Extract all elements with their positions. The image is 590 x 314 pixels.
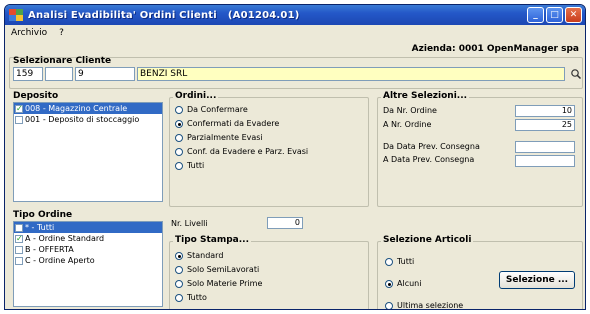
- deposito-item-label: 008 - Magazzino Centrale: [25, 104, 128, 113]
- ordini-option-label: Da Confermare: [187, 105, 248, 114]
- tipo-stampa-option-label: Solo Materie Prime: [187, 279, 263, 288]
- deposito-list[interactable]: 008 - Magazzino Centrale 001 - Deposito …: [13, 102, 163, 202]
- ordini-section-label: Ordini...: [173, 91, 219, 101]
- close-icon: ✕: [569, 10, 578, 20]
- title-bar[interactable]: Analisi Evadibilita' Ordini Clienti (A01…: [5, 5, 585, 25]
- ordini-option[interactable]: Tutti: [175, 161, 204, 170]
- articoli-option[interactable]: Ultima selezione: [385, 301, 464, 310]
- menu-archivio[interactable]: Archivio: [11, 28, 47, 38]
- tipo-stampa-option-label: Tutto: [187, 293, 207, 302]
- radio-button[interactable]: [175, 161, 183, 170]
- main-window: Analisi Evadibilita' Ordini Clienti (A01…: [4, 4, 586, 310]
- deposito-section-label: Deposito: [13, 91, 59, 101]
- tipo-stampa-option[interactable]: Solo SemiLavorati: [175, 265, 259, 274]
- da-data-consegna-field[interactable]: [515, 141, 575, 153]
- deposito-item[interactable]: 008 - Magazzino Centrale: [14, 103, 162, 114]
- app-icon: [9, 9, 23, 21]
- radio-button[interactable]: [175, 251, 183, 260]
- cliente-field-3[interactable]: 9: [75, 67, 135, 81]
- articoli-option[interactable]: Tutti: [385, 257, 414, 266]
- a-data-consegna-field[interactable]: [515, 155, 575, 167]
- radio-button[interactable]: [175, 105, 183, 114]
- tipo-ordine-item-label: A - Ordine Standard: [25, 234, 105, 243]
- tipo-stampa-option-label: Solo SemiLavorati: [187, 265, 260, 274]
- tipo-stampa-option[interactable]: Solo Materie Prime: [175, 279, 262, 288]
- window-title: Analisi Evadibilita' Ordini Clienti (A01…: [28, 9, 300, 21]
- tipo-stampa-option-label: Standard: [187, 251, 224, 260]
- menu-bar: Archivio ?: [5, 25, 585, 40]
- maximize-button[interactable]: □: [546, 7, 563, 23]
- tipo-ordine-checkbox[interactable]: [15, 223, 23, 232]
- tipo-ordine-list[interactable]: * - Tutti A - Ordine Standard B - OFFERT…: [13, 221, 163, 307]
- tipo-stampa-option[interactable]: Standard: [175, 251, 223, 260]
- articoli-option-label: Alcuni: [397, 279, 422, 288]
- articoli-option[interactable]: Alcuni: [385, 279, 421, 288]
- radio-button[interactable]: [385, 257, 393, 266]
- tipo-ordine-section-label: Tipo Ordine: [13, 210, 73, 220]
- tipo-ordine-item[interactable]: C - Ordine Aperto: [14, 255, 162, 266]
- azienda-label: Azienda: 0001 OpenManager spa: [411, 44, 579, 54]
- da-nr-ordine-label: Da Nr. Ordine: [383, 106, 437, 115]
- tipo-ordine-item[interactable]: A - Ordine Standard: [14, 233, 162, 244]
- a-data-consegna-label: A Data Prev. Consegna: [383, 155, 475, 164]
- radio-button[interactable]: [385, 301, 393, 309]
- ordini-option-label: Confermati da Evadere: [187, 119, 280, 128]
- tipo-stampa-option[interactable]: Tutto: [175, 293, 207, 302]
- tipo-ordine-checkbox[interactable]: [15, 233, 23, 244]
- a-nr-ordine-label: A Nr. Ordine: [383, 120, 432, 129]
- tipo-ordine-item-label: B - OFFERTA: [25, 245, 74, 254]
- radio-button[interactable]: [385, 279, 393, 288]
- ordini-option[interactable]: Parzialmente Evasi: [175, 133, 263, 142]
- ordini-option[interactable]: Conf. da Evadere e Parz. Evasi: [175, 147, 308, 156]
- cliente-row: 159 9 BENZI SRL: [9, 67, 583, 81]
- radio-button[interactable]: [175, 265, 183, 274]
- nr-livelli-label: Nr. Livelli: [171, 219, 208, 228]
- tipo-ordine-item-label: * - Tutti: [25, 223, 55, 232]
- ordini-option-label: Parzialmente Evasi: [187, 133, 263, 142]
- tipo-ordine-checkbox[interactable]: [15, 245, 23, 254]
- ordini-option[interactable]: Confermati da Evadere: [175, 119, 279, 128]
- ordini-option[interactable]: Da Confermare: [175, 105, 248, 114]
- radio-button[interactable]: [175, 119, 183, 128]
- radio-button[interactable]: [175, 293, 183, 302]
- cliente-search-button[interactable]: [569, 67, 583, 81]
- tipo-ordine-item[interactable]: * - Tutti: [14, 222, 162, 233]
- cliente-name-field[interactable]: BENZI SRL: [137, 67, 565, 81]
- tipo-ordine-item[interactable]: B - OFFERTA: [14, 244, 162, 255]
- cliente-field-2[interactable]: [45, 67, 73, 81]
- cliente-section-label: Selezionare Cliente: [13, 56, 112, 66]
- deposito-item-label: 001 - Deposito di stoccaggio: [25, 115, 140, 124]
- deposito-checkbox[interactable]: [15, 103, 23, 114]
- maximize-icon: □: [550, 10, 559, 20]
- a-nr-ordine-field[interactable]: 25: [515, 119, 575, 131]
- radio-button[interactable]: [175, 279, 183, 288]
- tipo-ordine-item-label: C - Ordine Aperto: [25, 256, 95, 265]
- minimize-icon: _: [533, 10, 538, 20]
- articoli-option-label: Ultima selezione: [397, 301, 464, 310]
- articoli-section-label: Selezione Articoli: [381, 235, 474, 245]
- menu-help[interactable]: ?: [59, 28, 64, 38]
- tipo-ordine-checkbox[interactable]: [15, 256, 23, 265]
- selezione-button[interactable]: Selezione ...: [499, 271, 575, 289]
- nr-livelli-field[interactable]: 0: [267, 217, 303, 229]
- deposito-checkbox[interactable]: [15, 115, 23, 124]
- deposito-item[interactable]: 001 - Deposito di stoccaggio: [14, 114, 162, 125]
- minimize-button[interactable]: _: [527, 7, 544, 23]
- search-icon: [571, 69, 582, 80]
- articoli-option-label: Tutti: [397, 257, 415, 266]
- tipo-stampa-section-label: Tipo Stampa...: [173, 235, 251, 245]
- radio-button[interactable]: [175, 133, 183, 142]
- ordini-option-label: Tutti: [187, 161, 205, 170]
- da-data-consegna-label: Da Data Prev. Consegna: [383, 142, 480, 151]
- ordini-option-label: Conf. da Evadere e Parz. Evasi: [187, 147, 309, 156]
- da-nr-ordine-field[interactable]: 10: [515, 105, 575, 117]
- close-button[interactable]: ✕: [565, 7, 582, 23]
- cliente-code-field[interactable]: 159: [13, 67, 43, 81]
- altre-section-label: Altre Selezioni...: [381, 91, 470, 101]
- radio-button[interactable]: [175, 147, 183, 156]
